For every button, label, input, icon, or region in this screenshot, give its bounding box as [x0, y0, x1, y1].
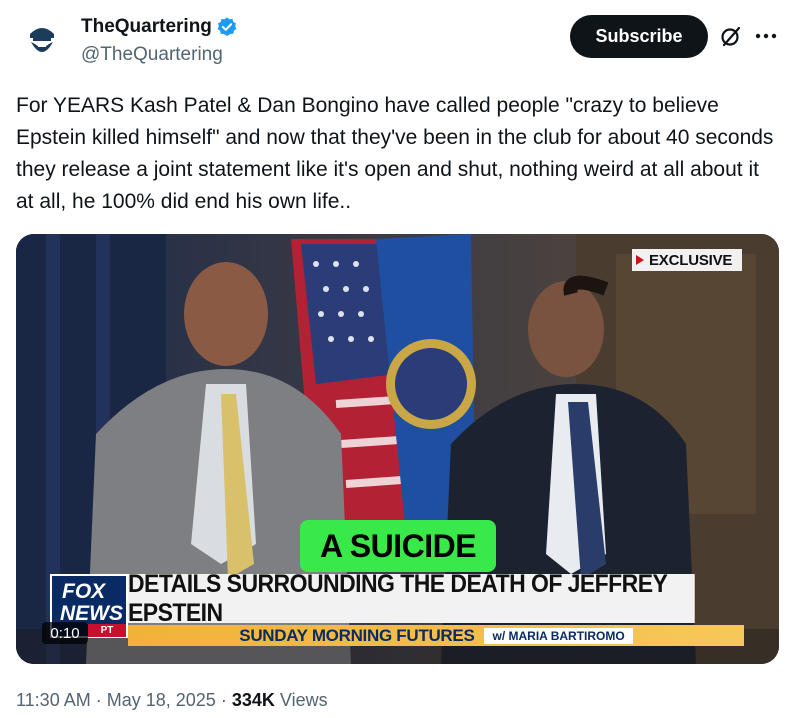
video-caption: A SUICIDE [300, 520, 496, 572]
show-host: w/ MARIA BARTIROMO [484, 627, 633, 644]
tweet-time[interactable]: 11:30 AM [16, 690, 91, 710]
tweet-meta: 11:30 AM · May 18, 2025 · 334K Views [16, 690, 328, 711]
avatar-bearded-man-icon [16, 14, 68, 66]
views-count: 334K [231, 690, 275, 710]
video-duration-badge: 0:10 [42, 622, 88, 644]
more-horizontal-icon[interactable] [753, 24, 779, 48]
chyron-show-bar: SUNDAY MORNING FUTURES w/ MARIA BARTIROM… [128, 625, 744, 646]
exclusive-label: EXCLUSIVE [649, 251, 733, 269]
author-display-name[interactable]: TheQuartering [81, 16, 212, 38]
author-handle[interactable]: @TheQuartering [81, 44, 223, 66]
subscribe-button[interactable]: Subscribe [570, 15, 708, 58]
verified-badge-icon [217, 17, 237, 36]
play-triangle-icon [636, 255, 644, 265]
logo-timezone-badge: PT [88, 624, 126, 637]
grok-slash-circle-icon[interactable] [719, 24, 743, 48]
tweet-text: For YEARS Kash Patel & Dan Bongino have … [16, 94, 780, 213]
logo-top-text: FOX [62, 580, 106, 603]
video-player[interactable]: EXCLUSIVE A SUICIDE FOX NEWS PT DETAILS … [16, 234, 779, 664]
chyron-headline: DETAILS SURROUNDING THE DEATH OF JEFFREY… [128, 570, 695, 627]
avatar[interactable] [16, 14, 68, 66]
tweet-date[interactable]: May 18, 2025 [107, 690, 216, 710]
show-name: SUNDAY MORNING FUTURES [239, 625, 475, 645]
meta-separator: · [95, 690, 102, 710]
author-name-row[interactable]: TheQuartering [81, 16, 238, 38]
views-label: Views [279, 690, 328, 710]
exclusive-badge: EXCLUSIVE [632, 249, 742, 271]
meta-separator: · [220, 690, 227, 710]
